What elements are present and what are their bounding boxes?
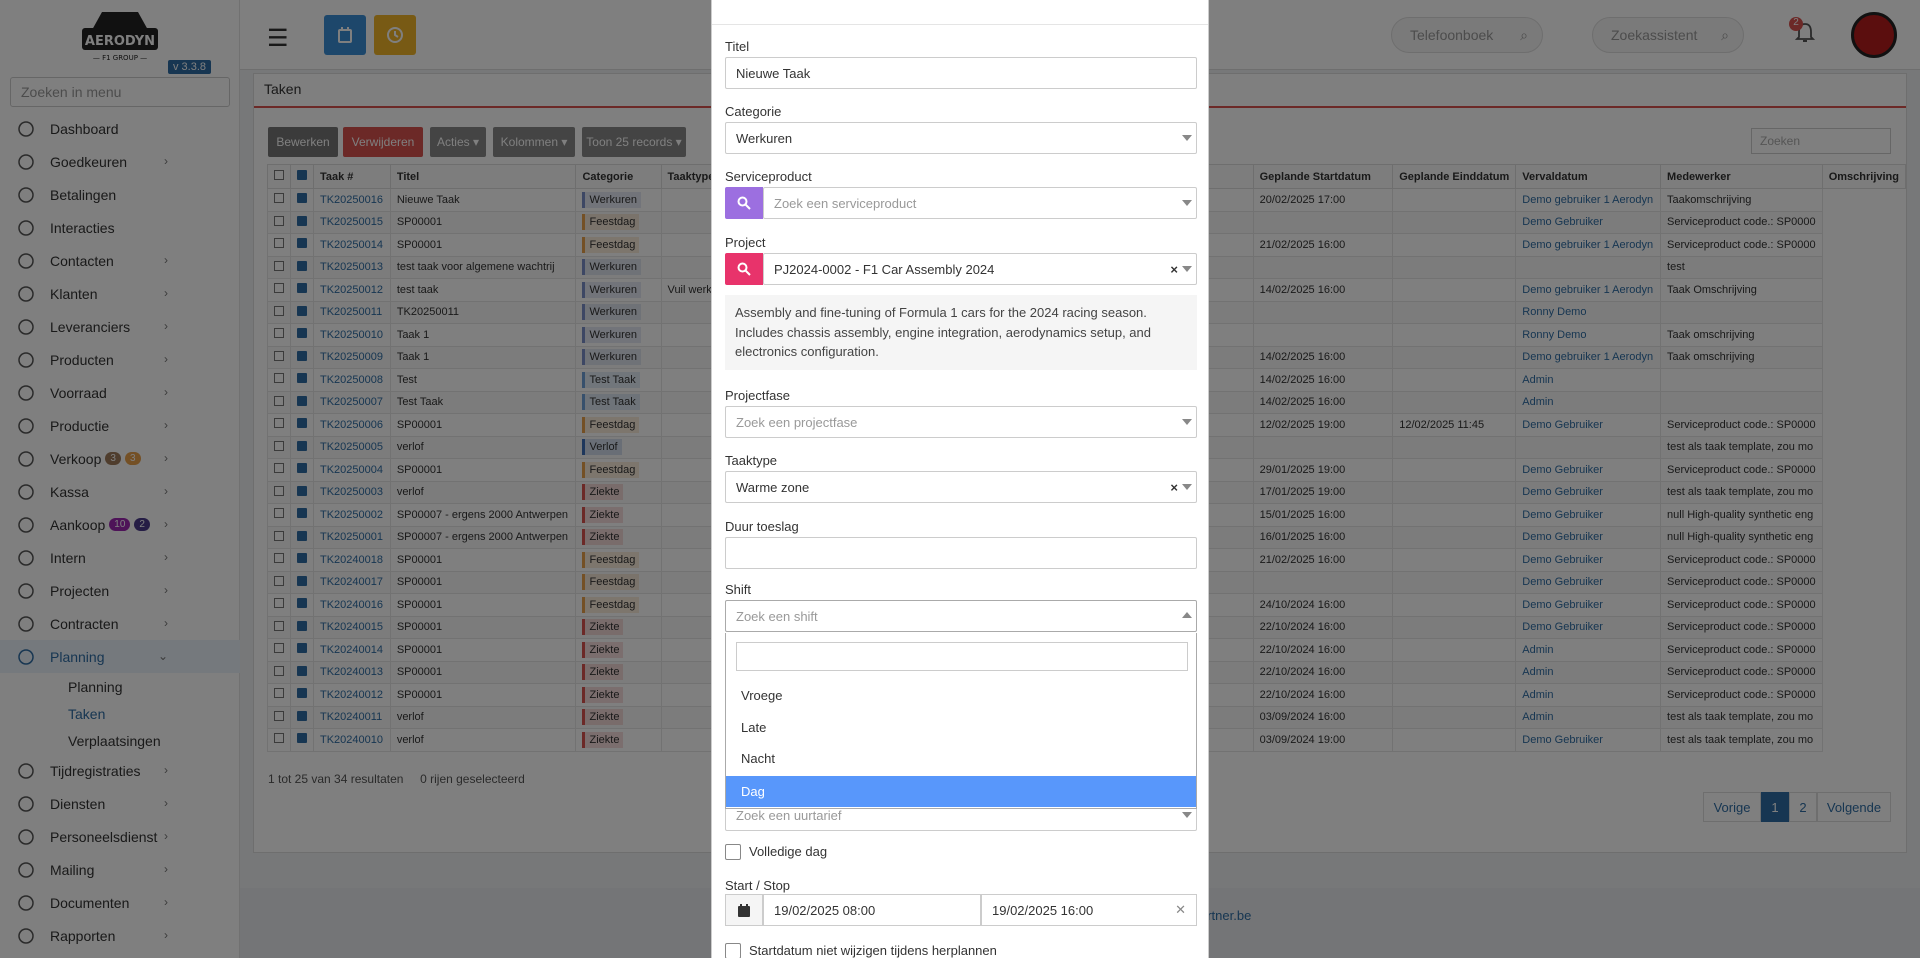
- serviceproduct-label: Serviceproduct: [725, 169, 812, 184]
- shift-option-nacht[interactable]: Nacht: [726, 743, 1196, 774]
- serviceproduct-search-button[interactable]: [725, 187, 763, 219]
- clear-icon[interactable]: ✕: [1175, 902, 1186, 918]
- taaktype-value: Warme zone: [736, 479, 810, 495]
- taaktype-select[interactable]: Warme zone ×: [725, 471, 1197, 503]
- categorie-value: Werkuren: [736, 130, 793, 146]
- start-stop-label: Start / Stop: [725, 878, 791, 893]
- stop-datetime-input[interactable]: 19/02/2025 16:00 ✕: [981, 894, 1197, 926]
- titel-label: Titel: [725, 39, 750, 54]
- project-description: Assembly and fine-tuning of Formula 1 ca…: [725, 295, 1197, 370]
- shift-dropdown: Vroege Late Nacht Dag: [725, 633, 1197, 809]
- chevron-down-icon: [1182, 266, 1192, 272]
- search-icon: [737, 262, 751, 276]
- chevron-down-icon: [1182, 200, 1192, 206]
- search-icon: [737, 196, 751, 210]
- serviceproduct-placeholder: Zoek een serviceproduct: [774, 195, 917, 211]
- shift-label: Shift: [725, 582, 752, 597]
- herplannen-checkbox[interactable]: [725, 943, 741, 958]
- duur-toeslag-label: Duur toeslag: [725, 519, 799, 534]
- chevron-up-icon: [1182, 612, 1192, 618]
- chevron-down-icon: [1182, 135, 1192, 141]
- start-value: 19/02/2025 08:00: [774, 902, 876, 918]
- uurtarief-placeholder: Zoek een uurtarief: [736, 807, 842, 823]
- herplannen-label: Startdatum niet wijzigen tijdens herplan…: [749, 943, 997, 958]
- shift-dropdown-search-input[interactable]: [736, 642, 1188, 671]
- titel-value: Nieuwe Taak: [736, 65, 811, 81]
- start-datetime-input[interactable]: 19/02/2025 08:00: [763, 894, 981, 926]
- project-value: PJ2024-0002 - F1 Car Assembly 2024: [774, 261, 995, 277]
- project-search-button[interactable]: [725, 253, 763, 285]
- volledige-dag-label: Volledige dag: [749, 844, 828, 859]
- project-select[interactable]: PJ2024-0002 - F1 Car Assembly 2024 ×: [763, 253, 1197, 285]
- categorie-select[interactable]: Werkuren: [725, 122, 1197, 154]
- shift-placeholder: Zoek een shift: [736, 608, 818, 624]
- shift-option-late[interactable]: Late: [726, 712, 1196, 743]
- project-label: Project: [725, 235, 766, 250]
- calendar-icon: [738, 903, 750, 917]
- duur-toeslag-input[interactable]: [725, 537, 1197, 569]
- taaktype-label: Taaktype: [725, 453, 778, 468]
- clear-icon[interactable]: ×: [1170, 262, 1178, 277]
- titel-input[interactable]: Nieuwe Taak: [725, 57, 1197, 89]
- new-task-modal: Titel Nieuwe Taak Categorie Werkuren Ser…: [711, 0, 1209, 958]
- modal-header-divider: [712, 24, 1208, 25]
- chevron-down-icon: [1182, 484, 1192, 490]
- chevron-down-icon: [1182, 419, 1192, 425]
- serviceproduct-select[interactable]: Zoek een serviceproduct: [763, 187, 1197, 219]
- shift-select[interactable]: Zoek een shift: [725, 600, 1197, 632]
- projectfase-label: Projectfase: [725, 388, 791, 403]
- stop-value: 19/02/2025 16:00: [992, 902, 1094, 918]
- categorie-label: Categorie: [725, 104, 782, 119]
- shift-option-vroege[interactable]: Vroege: [726, 680, 1196, 711]
- projectfase-placeholder: Zoek een projectfase: [736, 414, 858, 430]
- chevron-down-icon: [1182, 812, 1192, 818]
- projectfase-select[interactable]: Zoek een projectfase: [725, 406, 1197, 438]
- clear-icon[interactable]: ×: [1170, 480, 1178, 495]
- calendar-addon[interactable]: [725, 894, 763, 926]
- volledige-dag-checkbox[interactable]: [725, 844, 741, 860]
- shift-option-dag[interactable]: Dag: [726, 776, 1196, 807]
